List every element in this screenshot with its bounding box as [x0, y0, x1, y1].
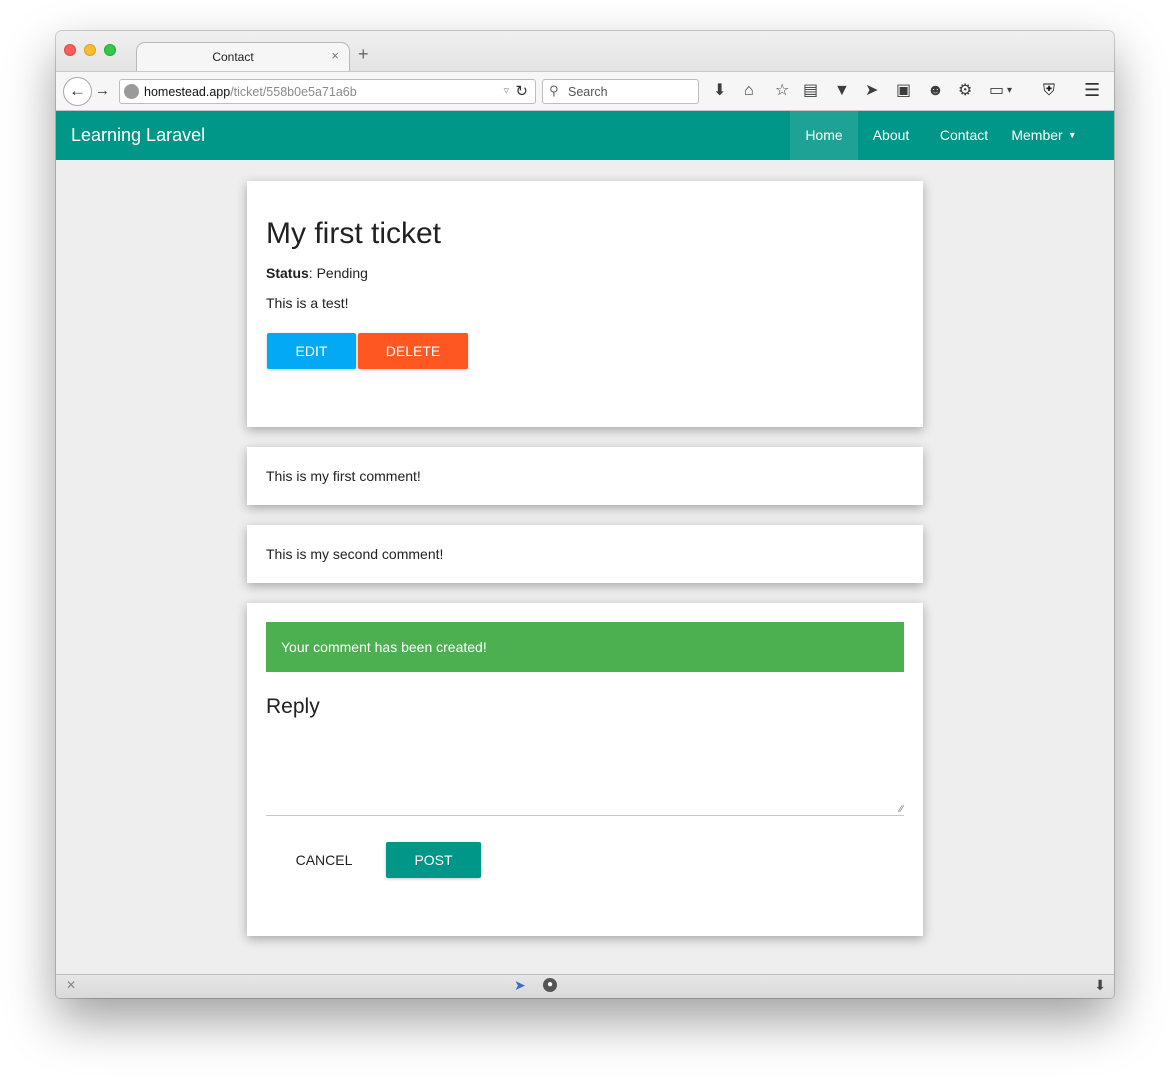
ticket-title: My first ticket: [266, 217, 442, 250]
close-window-button[interactable]: [64, 44, 76, 56]
ticket-body: This is a test!: [266, 295, 349, 311]
comment-text: This is my second comment!: [266, 546, 444, 562]
reply-title: Reply: [266, 695, 320, 718]
minimize-window-button[interactable]: [84, 44, 96, 56]
bookmark-star-icon[interactable]: ☆: [775, 81, 789, 101]
extension-n-icon[interactable]: ▣: [896, 81, 911, 101]
tab-title: Contact: [212, 50, 254, 64]
delete-button[interactable]: DELETE: [358, 333, 468, 369]
cancel-button[interactable]: CANCEL: [279, 842, 369, 878]
reading-list-icon[interactable]: ▤: [803, 81, 818, 101]
status-value: : Pending: [308, 265, 368, 281]
site-navbar: Learning Laravel Home About Contact Memb…: [56, 111, 1114, 160]
url-text: homestead.app/ticket/558b0e5a71a6b: [144, 85, 357, 99]
forward-button[interactable]: →: [95, 82, 110, 99]
reload-icon[interactable]: ↻: [515, 82, 528, 100]
clipboard-dropdown-icon[interactable]: ▾: [1007, 81, 1012, 101]
url-path: /ticket/558b0e5a71a6b: [230, 85, 357, 99]
edit-button[interactable]: EDIT: [267, 333, 356, 369]
nav-member-label: Member: [1011, 127, 1063, 143]
chat-icon[interactable]: ☻: [927, 81, 944, 101]
url-bar[interactable]: homestead.app/ticket/558b0e5a71a6b ▿ ↻: [119, 79, 536, 104]
extension-icon[interactable]: ⚙: [958, 81, 972, 101]
caret-down-icon: ▼: [1067, 130, 1077, 140]
inspector-icon[interactable]: ➤: [514, 977, 526, 994]
new-tab-button[interactable]: +: [358, 45, 369, 63]
browser-window: Contact × + ← → homestead.app/ticket/558…: [56, 31, 1114, 998]
url-dropdown-icon[interactable]: ▿: [503, 84, 509, 97]
ticket-status: Status: Pending: [266, 265, 368, 281]
reply-textarea[interactable]: ∕∕: [266, 725, 904, 816]
arrow-left-icon: ←: [69, 81, 86, 100]
download-icon[interactable]: ⬇: [713, 81, 726, 101]
clipboard-icon[interactable]: ▭: [989, 81, 1004, 101]
search-bar[interactable]: ⚲ Search: [542, 79, 699, 104]
post-button[interactable]: POST: [386, 842, 481, 878]
nav-about[interactable]: About: [858, 111, 924, 160]
nav-contact[interactable]: Contact: [924, 111, 1004, 160]
page-viewport: Learning Laravel Home About Contact Memb…: [56, 111, 1114, 974]
download-arrow-icon[interactable]: ⬇: [1094, 977, 1106, 994]
tab-contact[interactable]: Contact ×: [136, 42, 350, 72]
home-icon[interactable]: ⌂: [744, 81, 754, 101]
reply-card: Your comment has been created! Reply ∕∕ …: [247, 603, 923, 936]
close-bar-icon[interactable]: ✕: [66, 978, 76, 992]
zoom-window-button[interactable]: [104, 44, 116, 56]
comment-card: This is my first comment!: [247, 447, 923, 505]
comment-text: This is my first comment!: [266, 468, 421, 484]
comment-card: This is my second comment!: [247, 525, 923, 583]
nav-home[interactable]: Home: [790, 111, 858, 160]
status-label: Status: [266, 265, 309, 281]
tab-close-icon[interactable]: ×: [331, 48, 339, 63]
globe-icon: [124, 84, 139, 99]
brand-link[interactable]: Learning Laravel: [71, 125, 205, 146]
search-input[interactable]: Search: [568, 85, 608, 99]
shield-icon[interactable]: ⛨: [1043, 81, 1055, 101]
ticket-card: My first ticket Status: Pending This is …: [247, 181, 923, 427]
send-icon[interactable]: ➤: [865, 81, 878, 101]
pocket-icon[interactable]: ▼: [834, 81, 850, 101]
browser-toolbar: ← → homestead.app/ticket/558b0e5a71a6b ▿…: [56, 71, 1114, 111]
search-icon: ⚲: [549, 83, 559, 98]
back-button[interactable]: ←: [63, 77, 92, 106]
resize-handle-icon[interactable]: ∕∕: [900, 805, 903, 815]
success-alert: Your comment has been created!: [266, 622, 904, 672]
tab-strip: Contact × +: [56, 31, 1114, 72]
menu-icon[interactable]: ☰: [1084, 80, 1100, 101]
url-host: homestead.app: [144, 85, 231, 99]
compass-icon[interactable]: ●: [543, 978, 557, 992]
nav-member-dropdown[interactable]: Member ▼: [1004, 111, 1084, 160]
browser-status-bar: ✕ ➤ ● ⬇: [56, 974, 1114, 998]
